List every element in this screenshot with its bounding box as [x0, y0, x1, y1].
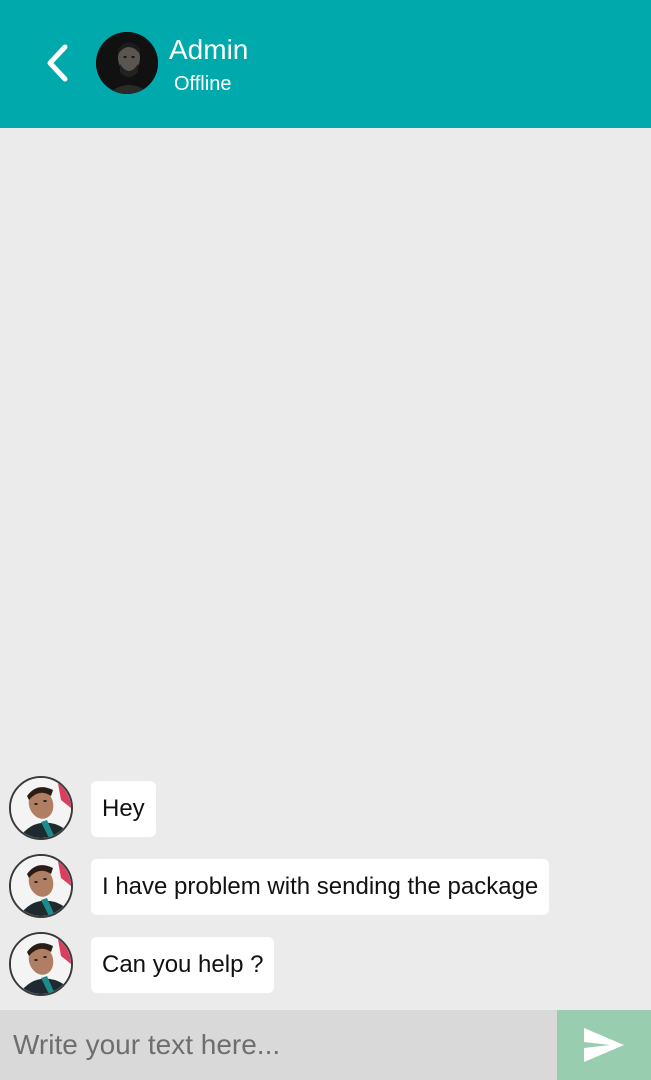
sender-avatar [9, 776, 73, 840]
send-button[interactable] [557, 1010, 651, 1080]
contact-status: Offline [174, 73, 232, 95]
message-input[interactable] [0, 1010, 557, 1080]
contact-avatar[interactable] [96, 32, 158, 94]
sender-avatar [9, 854, 73, 918]
message-bubble[interactable]: I have problem with sending the package [91, 859, 550, 915]
message-list[interactable]: Hey I have problem with sending the pack… [0, 128, 651, 1010]
message-row: Hey [0, 776, 651, 840]
message-bubble[interactable]: Can you help ? [91, 937, 275, 993]
back-button[interactable] [36, 38, 80, 88]
send-icon [584, 1028, 624, 1062]
contact-name: Admin [169, 34, 249, 65]
message-row: Can you help ? [0, 932, 651, 996]
message-row: I have problem with sending the package [0, 854, 651, 918]
chevron-left-icon [47, 44, 68, 82]
chat-header: Admin Offline [0, 0, 651, 128]
message-composer [0, 1010, 651, 1080]
sender-avatar [9, 932, 73, 996]
message-bubble[interactable]: Hey [91, 781, 156, 837]
